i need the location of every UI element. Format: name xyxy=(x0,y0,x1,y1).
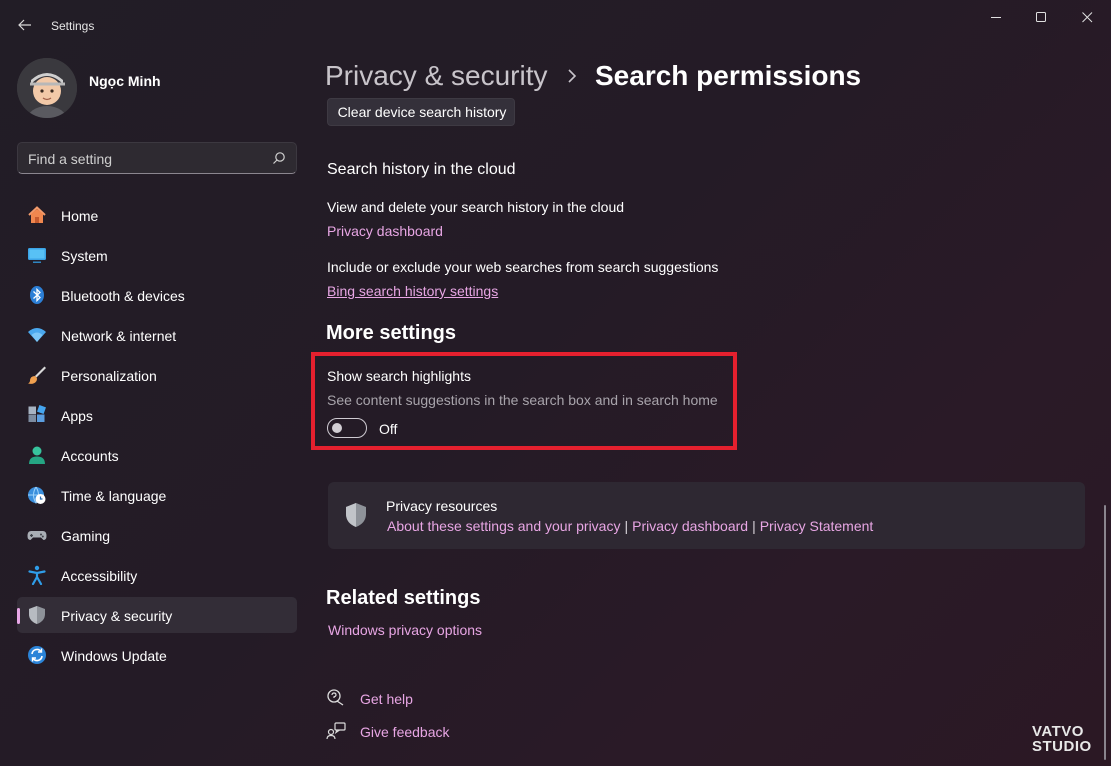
maximize-button[interactable] xyxy=(1018,0,1064,34)
privacy-dashboard-link[interactable]: Privacy dashboard xyxy=(632,518,748,534)
accessibility-icon xyxy=(28,565,46,585)
shield-icon xyxy=(29,606,45,624)
clear-device-search-history-button[interactable]: Clear device search history xyxy=(327,98,515,126)
sidebar-item-label: Windows Update xyxy=(61,648,167,664)
cloud-history-description: View and delete your search history in t… xyxy=(327,199,625,215)
bing-search-history-link[interactable]: Bing search history settings xyxy=(327,283,498,299)
sidebar-item-label: Privacy & security xyxy=(61,608,173,624)
sidebar-item-label: Accessibility xyxy=(61,568,138,584)
page-title: Search permissions xyxy=(595,60,862,91)
app-title: Settings xyxy=(51,19,95,33)
wifi-icon xyxy=(28,328,46,342)
sidebar-item-home[interactable]: Home xyxy=(17,197,297,233)
search-input[interactable] xyxy=(28,150,258,168)
privacy-dashboard-link[interactable]: Privacy dashboard xyxy=(327,223,443,239)
privacy-resources-title: Privacy resources xyxy=(386,498,498,514)
gamepad-icon xyxy=(27,531,47,540)
maximize-icon xyxy=(1036,12,1046,22)
windows-privacy-options-link[interactable]: Windows privacy options xyxy=(328,622,482,638)
button-label: Clear device search history xyxy=(337,104,507,120)
cloud-history-heading: Search history in the cloud xyxy=(327,161,516,178)
privacy-resources-links: About these settings and your privacy | Pr… xyxy=(387,518,873,534)
sidebar-item-label: Home xyxy=(61,208,99,224)
search-icon[interactable] xyxy=(272,151,286,165)
minimize-button[interactable] xyxy=(973,0,1019,34)
search-highlights-description: See content suggestions in the search bo… xyxy=(327,392,718,408)
about-settings-privacy-link[interactable]: About these settings and your privacy xyxy=(387,518,620,534)
sidebar-item-accessibility[interactable]: Accessibility xyxy=(17,557,297,593)
brush-icon xyxy=(28,366,46,384)
close-icon xyxy=(1082,12,1093,23)
include-exclude-description: Include or exclude your web searches fro… xyxy=(327,259,719,275)
selected-indicator xyxy=(17,608,20,624)
sidebar-item-label: Bluetooth & devices xyxy=(61,288,185,304)
sidebar-item-label: Apps xyxy=(61,408,93,424)
sidebar-item-label: Personalization xyxy=(61,368,157,384)
sidebar-item-label: System xyxy=(61,248,108,264)
breadcrumb: Privacy & security Search permissions xyxy=(325,60,861,92)
breadcrumb-parent[interactable]: Privacy & security xyxy=(325,60,548,91)
privacy-resources-card: Privacy resources About these settings a… xyxy=(328,482,1085,549)
globe-clock-icon xyxy=(28,486,46,504)
vatvo-studio-watermark: VATVO STUDIO xyxy=(1032,724,1092,754)
scrollbar-thumb[interactable] xyxy=(1104,505,1106,760)
toggle-state-label: Off xyxy=(379,421,398,437)
avatar-memoji-icon xyxy=(17,58,77,118)
update-icon xyxy=(28,646,46,664)
sidebar-item-accounts[interactable]: Accounts xyxy=(17,437,297,473)
sidebar-item-network-internet[interactable]: Network & internet xyxy=(17,317,297,353)
shield-icon xyxy=(346,503,366,527)
title-bar: Settings xyxy=(0,0,1111,48)
sidebar-item-label: Network & internet xyxy=(61,328,177,344)
sidebar-item-label: Gaming xyxy=(61,528,111,544)
sidebar-item-apps[interactable]: Apps xyxy=(17,397,297,433)
sidebar-item-gaming[interactable]: Gaming xyxy=(17,517,297,553)
back-button[interactable] xyxy=(12,12,38,38)
sidebar-item-time-language[interactable]: Time & language xyxy=(17,477,297,513)
get-help-link[interactable]: Get help xyxy=(360,691,413,707)
system-icon xyxy=(28,248,46,263)
avatar[interactable] xyxy=(17,58,77,118)
link-separator: | xyxy=(624,518,629,534)
sidebar-item-system[interactable]: System xyxy=(17,237,297,273)
sidebar-item-label: Time & language xyxy=(61,488,167,504)
bluetooth-icon xyxy=(30,286,44,304)
apps-icon xyxy=(28,405,46,422)
sidebar-item-label: Accounts xyxy=(61,448,119,464)
related-settings-heading: Related settings xyxy=(326,587,481,609)
give-feedback-icon xyxy=(326,722,346,740)
link-separator: | xyxy=(752,518,756,534)
privacy-statement-link[interactable]: Privacy Statement xyxy=(760,518,874,534)
sidebar-item-windows-update[interactable]: Windows Update xyxy=(17,637,297,673)
toggle-knob xyxy=(332,423,342,433)
back-arrow-icon xyxy=(18,19,31,31)
minimize-icon xyxy=(991,17,1001,18)
sidebar-item-privacy-security[interactable]: Privacy & security xyxy=(17,597,297,633)
search-highlights-title: Show search highlights xyxy=(327,368,471,384)
close-button[interactable] xyxy=(1064,0,1110,34)
sidebar-item-bluetooth-devices[interactable]: Bluetooth & devices xyxy=(17,277,297,313)
accounts-icon xyxy=(29,446,45,464)
watermark-line: VATVO xyxy=(1032,723,1084,740)
user-name: Ngọc Minh xyxy=(89,73,161,89)
give-feedback-link[interactable]: Give feedback xyxy=(360,724,450,740)
chevron-right-icon xyxy=(568,69,577,83)
get-help-icon xyxy=(327,689,344,706)
home-icon xyxy=(28,206,46,223)
sidebar-item-personalization[interactable]: Personalization xyxy=(17,357,297,393)
watermark-line: STUDIO xyxy=(1032,738,1092,755)
settings-window: Settings Ngọc Minh Find a setting Home S… xyxy=(0,0,1111,766)
search-highlights-toggle[interactable] xyxy=(327,418,367,438)
search-box[interactable] xyxy=(17,142,297,174)
more-settings-heading: More settings xyxy=(326,322,457,344)
